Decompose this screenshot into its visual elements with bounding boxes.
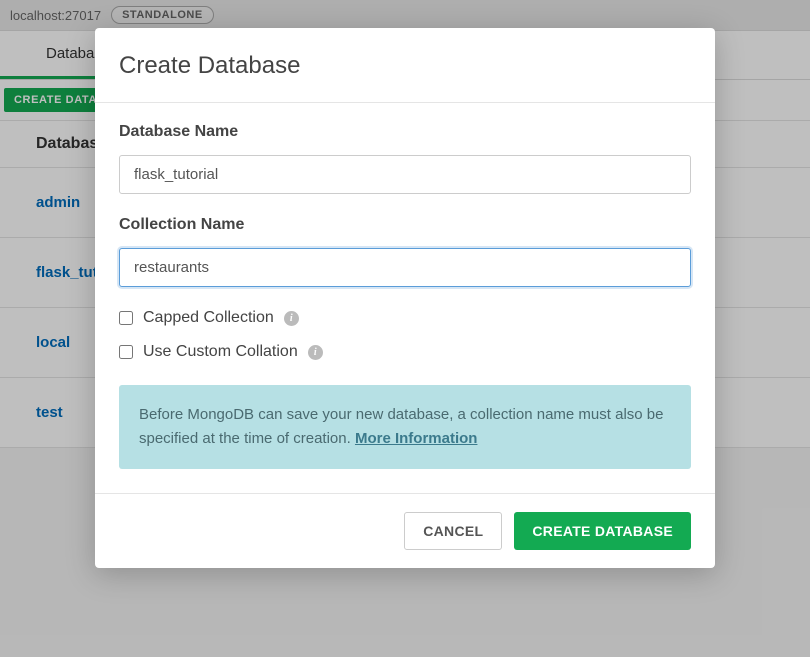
- cancel-button[interactable]: CANCEL: [404, 512, 502, 550]
- capped-collection-row: Capped Collection i: [119, 309, 691, 327]
- capped-collection-label: Capped Collection: [143, 309, 274, 327]
- modal-title: Create Database: [119, 52, 691, 80]
- collection-name-input[interactable]: [119, 248, 691, 287]
- create-database-submit-button[interactable]: CREATE DATABASE: [514, 512, 691, 550]
- collection-name-field-group: Collection Name: [119, 216, 691, 287]
- create-database-modal: Create Database Database Name Collection…: [95, 28, 715, 568]
- more-information-link[interactable]: More Information: [355, 430, 478, 447]
- database-name-label: Database Name: [119, 123, 691, 141]
- modal-header: Create Database: [95, 28, 715, 103]
- database-name-field-group: Database Name: [119, 123, 691, 194]
- custom-collation-checkbox[interactable]: [119, 345, 133, 359]
- info-icon[interactable]: i: [284, 311, 299, 326]
- modal-body: Database Name Collection Name Capped Col…: [95, 103, 715, 493]
- modal-footer: CANCEL CREATE DATABASE: [95, 493, 715, 568]
- capped-collection-checkbox[interactable]: [119, 311, 133, 325]
- custom-collation-label: Use Custom Collation: [143, 343, 298, 361]
- info-notice: Before MongoDB can save your new databas…: [119, 385, 691, 469]
- custom-collation-row: Use Custom Collation i: [119, 343, 691, 361]
- collection-name-label: Collection Name: [119, 216, 691, 234]
- database-name-input[interactable]: [119, 155, 691, 194]
- info-icon[interactable]: i: [308, 345, 323, 360]
